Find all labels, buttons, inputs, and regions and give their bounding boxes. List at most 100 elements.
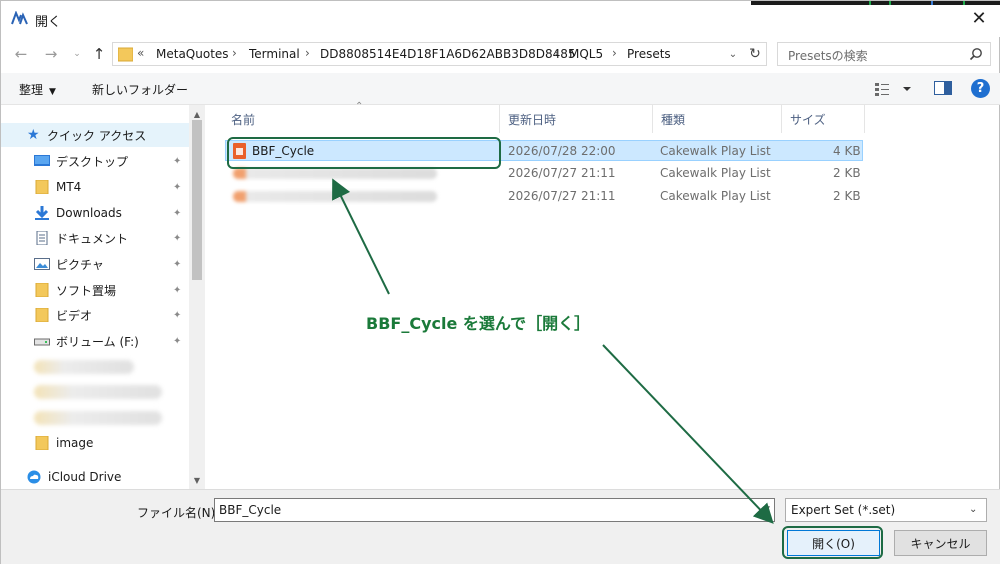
column-header-size[interactable]: サイズ	[782, 105, 865, 133]
download-icon	[35, 206, 49, 220]
desktop-icon	[34, 155, 50, 166]
caret-down-icon: ▼	[49, 87, 56, 97]
navigation-pane: ★ クイック アクセス デスクトップ ✦ MT4 ✦ Downloads ✦ ド…	[1, 105, 205, 489]
drive-icon	[34, 338, 50, 346]
breadcrumb-separator: ›	[305, 46, 310, 60]
address-dropdown-icon[interactable]: ⌄	[724, 42, 742, 66]
view-options-icon[interactable]	[874, 81, 914, 97]
sidebar-item-videos[interactable]: ビデオ ✦	[1, 303, 189, 327]
scroll-thumb[interactable]	[192, 120, 202, 280]
sort-ascending-icon: ⌃	[355, 101, 364, 112]
sidebar-item-quick-access[interactable]: ★ クイック アクセス	[1, 123, 189, 147]
search-placeholder: Presetsの検索	[788, 49, 868, 63]
blurred-sidebar-item	[34, 411, 162, 425]
picture-icon	[34, 258, 50, 270]
pin-icon: ✦	[173, 335, 182, 347]
annotation-instruction: BBF_Cycle を選んで［開く］	[366, 314, 591, 333]
refresh-icon[interactable]: ↻	[745, 42, 765, 66]
blurred-file-name	[233, 191, 437, 202]
pin-icon: ✦	[173, 284, 182, 296]
filename-label: ファイル名(N):	[137, 506, 220, 520]
sidebar-item-label: image	[56, 436, 94, 450]
organize-label: 整理	[19, 83, 44, 97]
sidebar-item-label: iCloud Drive	[48, 470, 122, 484]
sidebar-item-documents[interactable]: ドキュメント ✦	[1, 226, 189, 250]
preview-pane-icon[interactable]	[934, 81, 952, 95]
sidebar-item-label: クイック アクセス	[47, 128, 147, 143]
file-size: 4 KB	[833, 144, 861, 158]
sidebar-item-label: ドキュメント	[56, 231, 129, 246]
folder-icon	[35, 283, 49, 297]
open-file-dialog: 開く ✕ ← → ⌄ ↑ « MetaQuotes › Terminal › D…	[0, 0, 1000, 564]
breadcrumb-separator: ›	[232, 46, 237, 60]
sidebar-item-pictures[interactable]: ピクチャ ✦	[1, 252, 189, 276]
filename-input[interactable]: BBF_Cycle	[214, 498, 775, 522]
breadcrumb-presets[interactable]: Presets	[627, 47, 671, 61]
blurred-sidebar-item	[34, 360, 134, 374]
search-box[interactable]: Presetsの検索	[777, 42, 991, 66]
sidebar-item-volume-f[interactable]: ボリューム (F:) ✦	[1, 329, 189, 353]
sidebar-item-label: ボリューム (F:)	[56, 334, 139, 349]
scroll-down-icon[interactable]: ▼	[189, 473, 205, 487]
search-icon	[969, 48, 982, 61]
command-toolbar: 整理 ▼ 新しいフォルダー ?	[1, 73, 1000, 105]
star-icon: ★	[27, 127, 40, 143]
highlight-selected-file	[227, 137, 501, 169]
breadcrumb-metaquotes[interactable]: MetaQuotes	[156, 47, 229, 61]
filename-dropdown-icon[interactable]: ▼	[759, 499, 774, 521]
sidebar-item-downloads[interactable]: Downloads ✦	[1, 201, 189, 225]
new-folder-button[interactable]: 新しいフォルダー	[92, 81, 188, 98]
breadcrumb-separator: ›	[554, 46, 559, 60]
sidebar-item-mt4[interactable]: MT4 ✦	[1, 175, 189, 199]
scroll-up-icon[interactable]: ▲	[189, 107, 205, 121]
pin-icon: ✦	[173, 309, 182, 321]
file-type-filter[interactable]: Expert Set (*.set)	[785, 498, 987, 522]
sidebar-item-software[interactable]: ソフト置場 ✦	[1, 278, 189, 302]
pin-icon: ✦	[173, 155, 182, 167]
breadcrumb-mql5[interactable]: MQL5	[569, 47, 603, 61]
pin-icon: ✦	[173, 258, 182, 270]
breadcrumb-separator: ›	[612, 46, 617, 60]
breadcrumb-terminal-id[interactable]: DD8808514E4D18F1A6D62ABB3D8D8485	[320, 47, 576, 61]
folder-icon	[35, 308, 49, 322]
file-type: Cakewalk Play List	[660, 166, 771, 180]
cancel-button[interactable]: キャンセル	[894, 530, 987, 556]
forward-arrow-icon[interactable]: →	[41, 44, 61, 64]
highlight-open-button	[782, 526, 883, 559]
file-modified: 2026/07/27 21:11	[508, 166, 616, 180]
blurred-file-name	[233, 168, 437, 179]
sidebar-item-icloud-drive[interactable]: iCloud Drive	[1, 465, 189, 489]
sidebar-item-label: Downloads	[56, 206, 122, 220]
cloud-icon	[27, 470, 41, 484]
close-icon[interactable]: ✕	[965, 5, 993, 31]
chevron-down-icon: ⌄	[969, 504, 978, 515]
breadcrumb-terminal[interactable]: Terminal	[249, 47, 300, 61]
sidebar-item-image[interactable]: image	[1, 431, 189, 455]
up-arrow-icon[interactable]: ↑	[89, 44, 109, 64]
window-title: 開く	[35, 15, 62, 30]
sidebar-item-label: MT4	[56, 180, 82, 194]
file-type: Cakewalk Play List	[660, 144, 771, 158]
sidebar-item-label: ビデオ	[56, 308, 93, 323]
organize-menu-button[interactable]: 整理 ▼	[19, 81, 56, 98]
file-size: 2 KB	[833, 189, 861, 203]
pin-icon: ✦	[173, 181, 182, 193]
background-window-strip	[751, 1, 1000, 5]
column-header-type[interactable]: 種類	[653, 105, 782, 133]
address-bar[interactable]: « MetaQuotes › Terminal › DD8808514E4D18…	[112, 42, 767, 66]
sidebar-item-label: デスクトップ	[56, 154, 129, 169]
document-icon	[36, 231, 48, 245]
help-icon[interactable]: ?	[971, 79, 990, 98]
file-row[interactable]: 2026/07/27 21:11 Cakewalk Play List 2 KB	[225, 186, 863, 207]
folder-icon	[35, 436, 49, 450]
path-overflow-chevron[interactable]: «	[137, 46, 144, 60]
sidebar-item-desktop[interactable]: デスクトップ ✦	[1, 149, 189, 173]
file-size: 2 KB	[833, 166, 861, 180]
folder-icon	[118, 47, 133, 62]
back-arrow-icon[interactable]: ←	[11, 44, 31, 64]
column-header-modified[interactable]: 更新日時	[500, 105, 653, 133]
recent-chevron-icon[interactable]: ⌄	[67, 44, 87, 64]
sidebar-item-label: ソフト置場	[56, 283, 117, 298]
file-modified: 2026/07/27 21:11	[508, 189, 616, 203]
file-modified: 2026/07/28 22:00	[508, 144, 616, 158]
